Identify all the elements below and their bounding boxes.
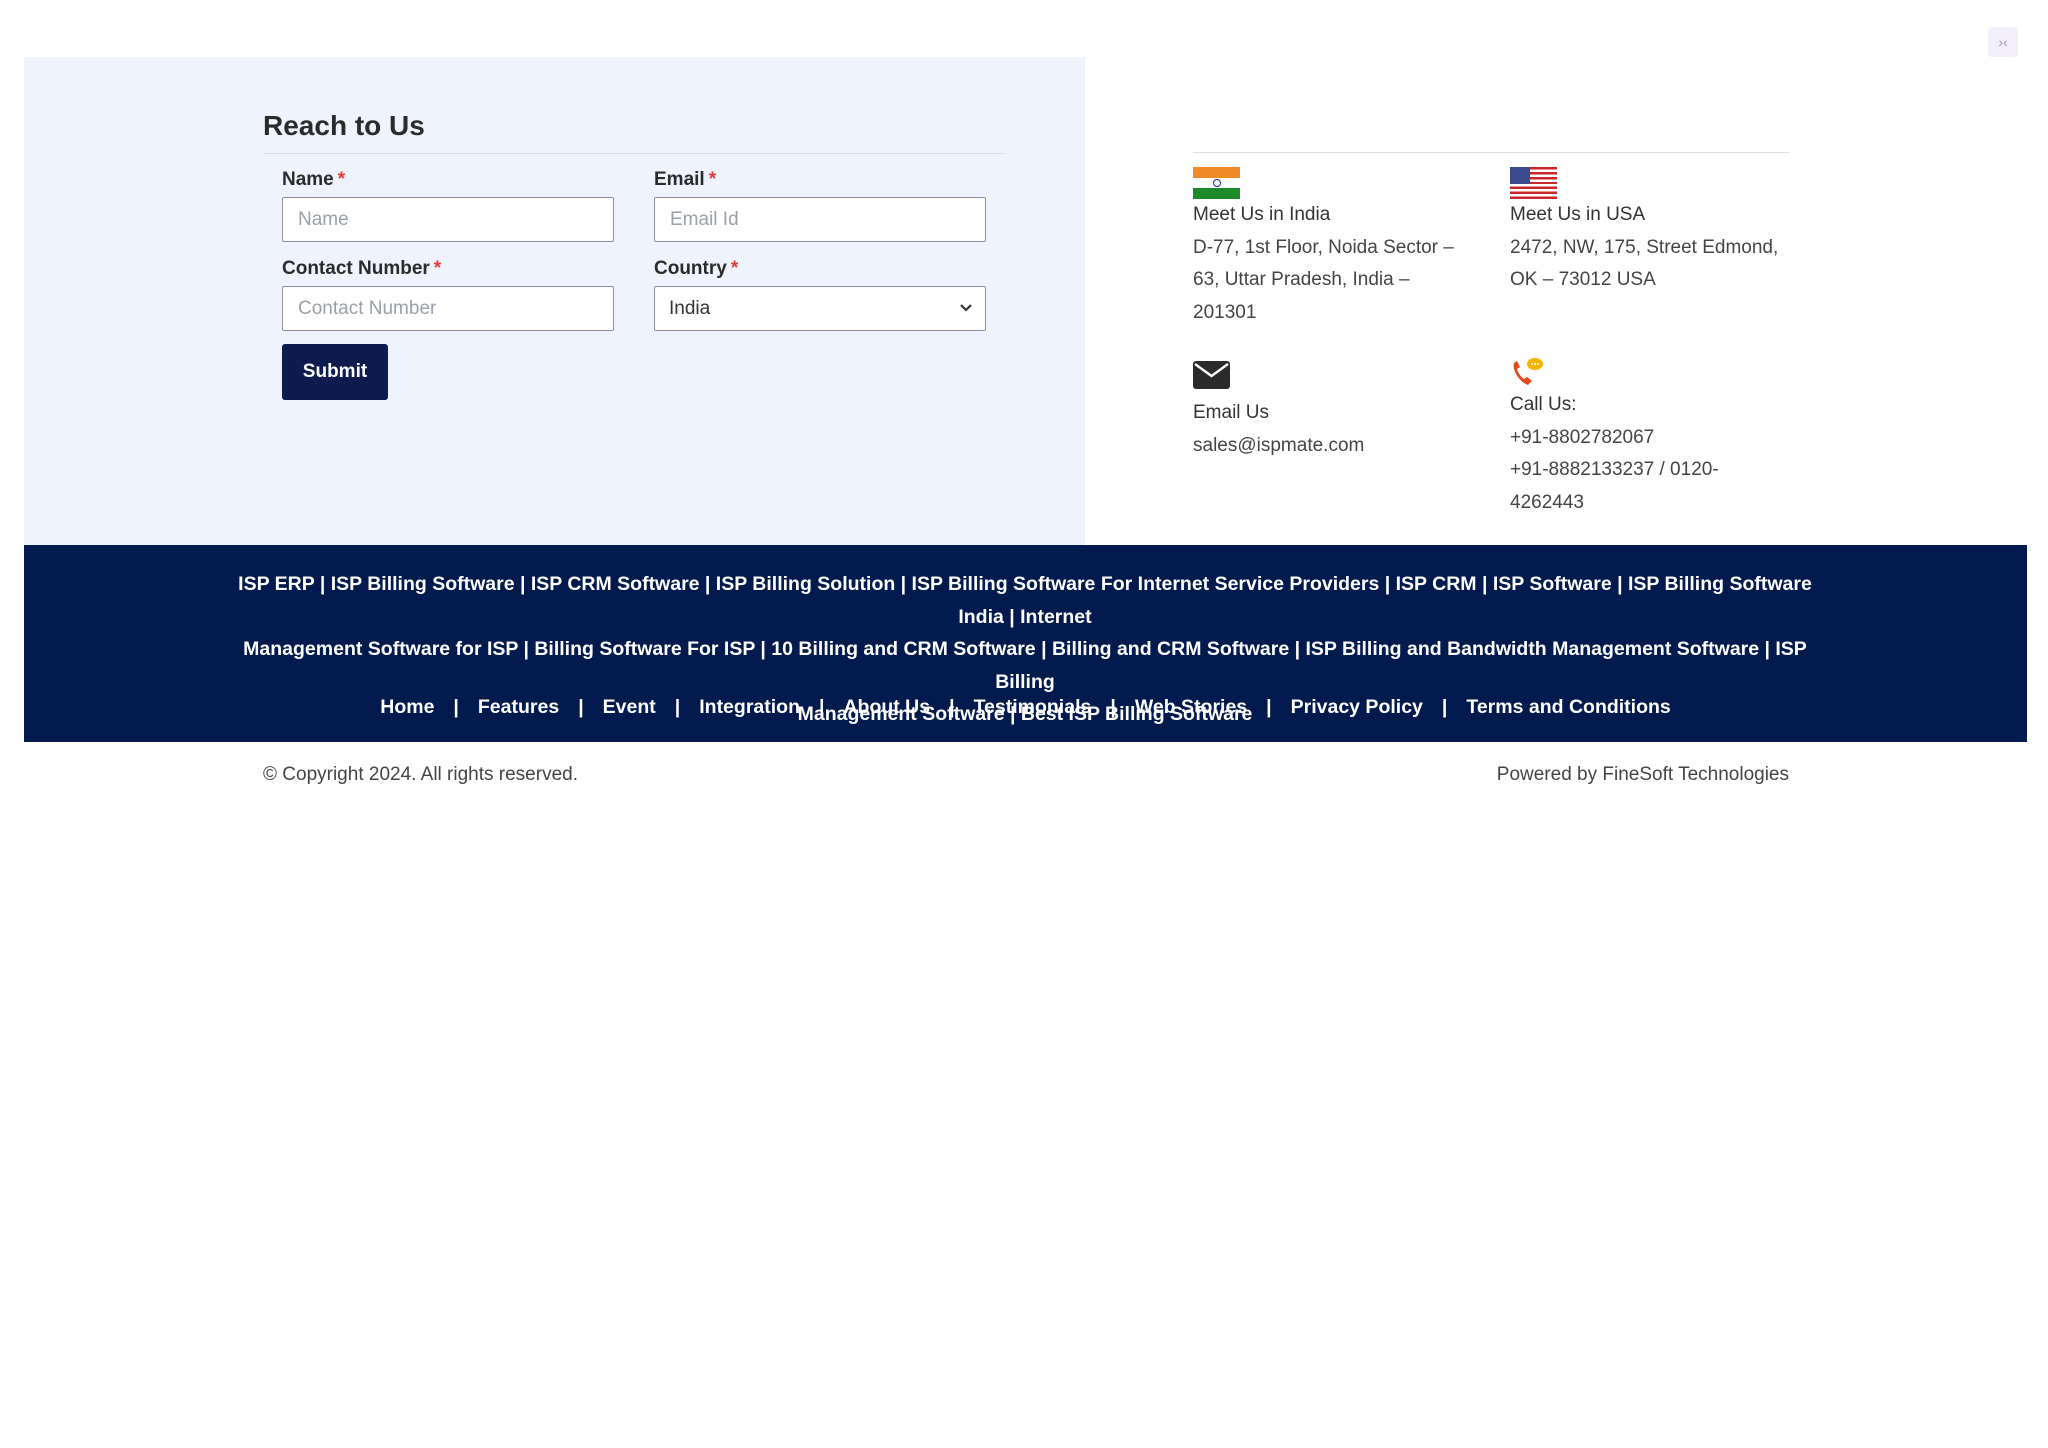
chevron-down-icon — [959, 300, 973, 318]
call-info: Call Us: +91-8802782067 +91-8882133237 /… — [1510, 389, 1719, 519]
keyword-links-line[interactable]: ISP ERP | ISP Billing Software | ISP CRM… — [215, 568, 1835, 633]
footer-nav: Home | Features | Event | Integration | … — [24, 696, 2027, 719]
required-mark: * — [337, 169, 346, 190]
usa-address-line: 2472, NW, 175, Street Edmond, — [1510, 236, 1779, 258]
footer-link-testimonials[interactable]: Testimonials — [974, 696, 1092, 719]
separator: | — [1441, 696, 1448, 718]
separator: | — [453, 696, 459, 718]
india-address-line: 201301 — [1193, 301, 1257, 323]
contact-label-text: Contact Number — [282, 258, 430, 279]
phone-number[interactable]: +91-8882133237 / 0120- — [1510, 454, 1719, 487]
email-address[interactable]: sales@ispmate.com — [1193, 430, 1364, 463]
contact-number-input[interactable] — [282, 286, 614, 331]
form-divider — [263, 153, 1005, 154]
footer-link-event[interactable]: Event — [603, 696, 656, 719]
phone-number[interactable]: 4262443 — [1510, 487, 1719, 520]
email-info: Email Us sales@ispmate.com — [1193, 397, 1364, 462]
separator: | — [1110, 696, 1116, 718]
separator: | — [818, 696, 825, 718]
envelope-icon — [1193, 361, 1230, 389]
separator: | — [1266, 696, 1272, 718]
country-select-value: India — [669, 297, 711, 319]
usa-flag-icon — [1510, 167, 1557, 199]
separator: | — [949, 696, 955, 718]
email-heading: Email Us — [1193, 402, 1270, 423]
country-label: Country * — [654, 258, 738, 280]
name-input[interactable] — [282, 197, 614, 242]
form-title: Reach to Us — [263, 110, 425, 141]
email-label-text: Email — [654, 169, 705, 190]
usa-heading: Meet Us in USA — [1510, 204, 1646, 225]
widget-glyph: ›‹ — [1998, 34, 2008, 50]
india-address-line: 63, Uttar Pradesh, India – — [1193, 269, 1410, 290]
keyword-links-line[interactable]: Management Software for ISP | Billing So… — [215, 633, 1835, 698]
separator: | — [674, 696, 681, 718]
email-input[interactable] — [654, 197, 986, 242]
info-divider — [1193, 152, 1789, 153]
footer-link-privacy-policy[interactable]: Privacy Policy — [1291, 696, 1423, 719]
india-address-line: D-77, 1st Floor, Noida Sector – — [1193, 236, 1454, 258]
phone-number[interactable]: +91-8802782067 — [1510, 422, 1719, 455]
footer-link-integration[interactable]: Integration — [699, 696, 800, 719]
required-mark: * — [708, 169, 717, 190]
footer-link-home[interactable]: Home — [380, 696, 434, 719]
usa-address: Meet Us in USA 2472, NW, 175, Street Edm… — [1510, 199, 1778, 297]
copyright-text: © Copyright 2024. All rights reserved. — [263, 764, 578, 785]
footer-link-features[interactable]: Features — [478, 696, 559, 719]
india-heading: Meet Us in India — [1193, 204, 1331, 225]
footer-link-about-us[interactable]: About Us — [843, 696, 930, 719]
country-select[interactable]: India — [654, 286, 986, 331]
country-label-text: Country — [654, 258, 727, 279]
usa-address-line: OK – 73012 USA — [1510, 269, 1656, 290]
contact-label: Contact Number * — [282, 258, 441, 280]
footer-link-terms[interactable]: Terms and Conditions — [1466, 696, 1670, 719]
powered-by-link[interactable]: Powered by FineSoft Technologies — [1497, 764, 1789, 786]
required-mark: * — [433, 258, 442, 279]
separator: | — [578, 696, 584, 718]
name-label: Name * — [282, 169, 345, 191]
name-label-text: Name — [282, 169, 334, 190]
footer-link-web-stories[interactable]: Web Stories — [1135, 696, 1247, 719]
phone-icon — [1513, 358, 1543, 385]
india-address: Meet Us in India D-77, 1st Floor, Noida … — [1193, 199, 1454, 329]
call-heading: Call Us: — [1510, 394, 1577, 415]
india-flag-icon — [1193, 167, 1240, 199]
email-label: Email * — [654, 169, 716, 191]
code-icon[interactable]: ›‹ — [1988, 27, 2018, 57]
required-mark: * — [730, 258, 739, 279]
submit-button[interactable]: Submit — [282, 344, 388, 400]
